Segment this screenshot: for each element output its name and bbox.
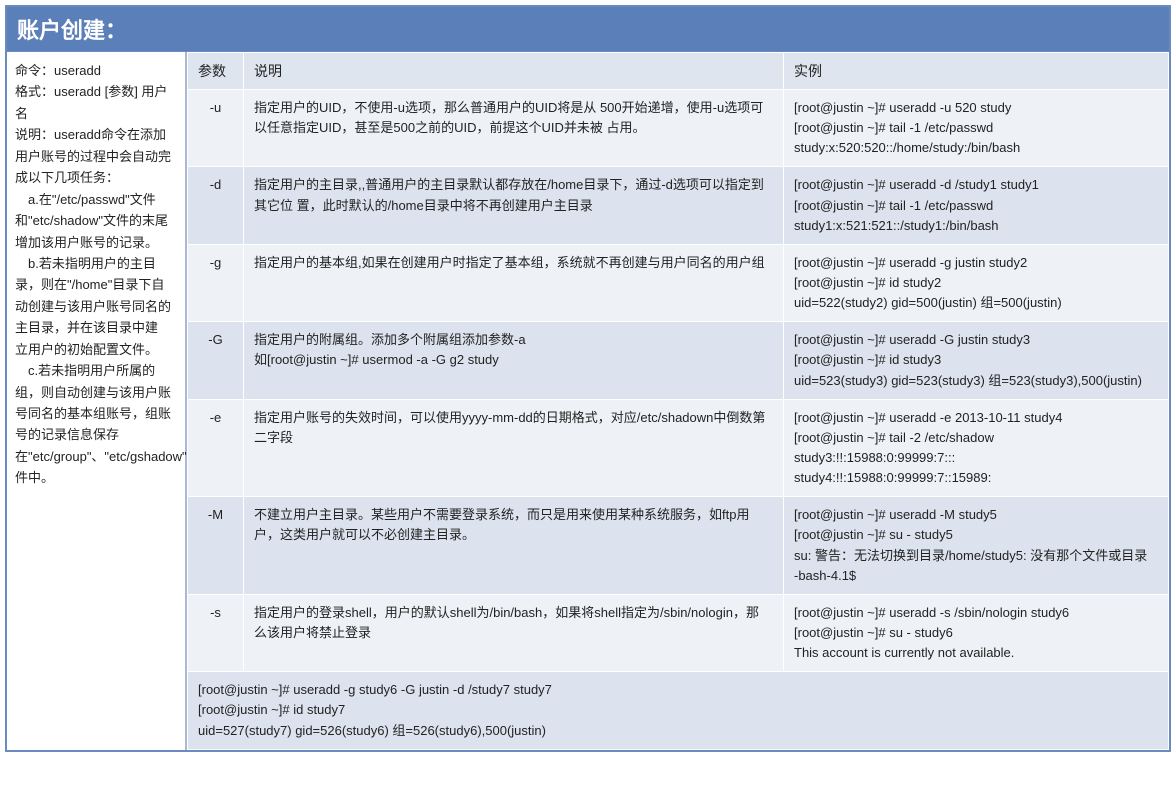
- table-footer-row: [root@justin ~]# useradd -g study6 -G ju…: [188, 672, 1169, 749]
- param-cell: -e: [188, 399, 244, 497]
- desc-cell: 指定用户的基本组,如果在创建用户时指定了基本组，系统就不再创建与用户同名的用户组: [244, 244, 784, 321]
- params-table: 参数 说明 实例 -u指定用户的UID，不使用-u选项，那么普通用户的UID将是…: [187, 52, 1169, 750]
- header-example: 实例: [784, 53, 1169, 90]
- param-cell: -G: [188, 322, 244, 399]
- table-row: -s指定用户的登录shell，用户的默认shell为/bin/bash，如果将s…: [188, 594, 1169, 671]
- document-container: 账户创建： 命令：useradd 格式：useradd [参数] 用户名 说明：…: [5, 5, 1171, 752]
- note-c: c.若未指明用户所属的组，则自动创建与该用户账号同名的基本组账号，组账号的记录信…: [15, 360, 177, 489]
- example-cell: [root@justin ~]# useradd -s /sbin/nologi…: [784, 594, 1169, 671]
- footer-cell: [root@justin ~]# useradd -g study6 -G ju…: [188, 672, 1169, 749]
- desc-cell: 指定用户的主目录,,普通用户的主目录默认都存放在/home目录下，通过-d选项可…: [244, 167, 784, 244]
- desc-line: 说明：useradd命令在添加用户账号的过程中会自动完成以下几项任务：: [15, 124, 177, 188]
- param-cell: -u: [188, 90, 244, 167]
- example-cell: [root@justin ~]# useradd -g justin study…: [784, 244, 1169, 321]
- header-desc: 说明: [244, 53, 784, 90]
- desc-cell: 不建立用户主目录。某些用户不需要登录系统，而只是用来使用某种系统服务，如ftp用…: [244, 497, 784, 595]
- table-row: -M不建立用户主目录。某些用户不需要登录系统，而只是用来使用某种系统服务，如ft…: [188, 497, 1169, 595]
- table-header-row: 参数 说明 实例: [188, 53, 1169, 90]
- example-cell: [root@justin ~]# useradd -e 2013-10-11 s…: [784, 399, 1169, 497]
- example-cell: [root@justin ~]# useradd -G justin study…: [784, 322, 1169, 399]
- header-param: 参数: [188, 53, 244, 90]
- cmd-line: 命令：useradd: [15, 60, 177, 81]
- note-b: b.若未指明用户的主目录，则在"/home"目录下自动创建与该用户账号同名的主目…: [15, 253, 177, 360]
- desc-cell: 指定用户的UID，不使用-u选项，那么普通用户的UID将是从 500开始递增，使…: [244, 90, 784, 167]
- table-row: -e指定用户账号的失效时间，可以使用yyyy-mm-dd的日期格式，对应/etc…: [188, 399, 1169, 497]
- fmt-line: 格式：useradd [参数] 用户名: [15, 81, 177, 124]
- desc-cell: 指定用户的附属组。添加多个附属组添加参数-a 如[root@justin ~]#…: [244, 322, 784, 399]
- title-bar: 账户创建：: [7, 7, 1169, 52]
- param-cell: -g: [188, 244, 244, 321]
- note-a: a.在"/etc/passwd"文件和"etc/shadow"文件的末尾增加该用…: [15, 189, 177, 253]
- left-panel: 命令：useradd 格式：useradd [参数] 用户名 说明：userad…: [7, 52, 187, 750]
- table-row: -g指定用户的基本组,如果在创建用户时指定了基本组，系统就不再创建与用户同名的用…: [188, 244, 1169, 321]
- layout-row: 命令：useradd 格式：useradd [参数] 用户名 说明：userad…: [7, 52, 1169, 750]
- table-row: -u指定用户的UID，不使用-u选项，那么普通用户的UID将是从 500开始递增…: [188, 90, 1169, 167]
- table-row: -d指定用户的主目录,,普通用户的主目录默认都存放在/home目录下，通过-d选…: [188, 167, 1169, 244]
- example-cell: [root@justin ~]# useradd -d /study1 stud…: [784, 167, 1169, 244]
- example-cell: [root@justin ~]# useradd -M study5 [root…: [784, 497, 1169, 595]
- example-cell: [root@justin ~]# useradd -u 520 study [r…: [784, 90, 1169, 167]
- desc-cell: 指定用户的登录shell，用户的默认shell为/bin/bash，如果将she…: [244, 594, 784, 671]
- table-row: -G指定用户的附属组。添加多个附属组添加参数-a 如[root@justin ~…: [188, 322, 1169, 399]
- param-cell: -d: [188, 167, 244, 244]
- param-cell: -s: [188, 594, 244, 671]
- desc-cell: 指定用户账号的失效时间，可以使用yyyy-mm-dd的日期格式，对应/etc/s…: [244, 399, 784, 497]
- param-cell: -M: [188, 497, 244, 595]
